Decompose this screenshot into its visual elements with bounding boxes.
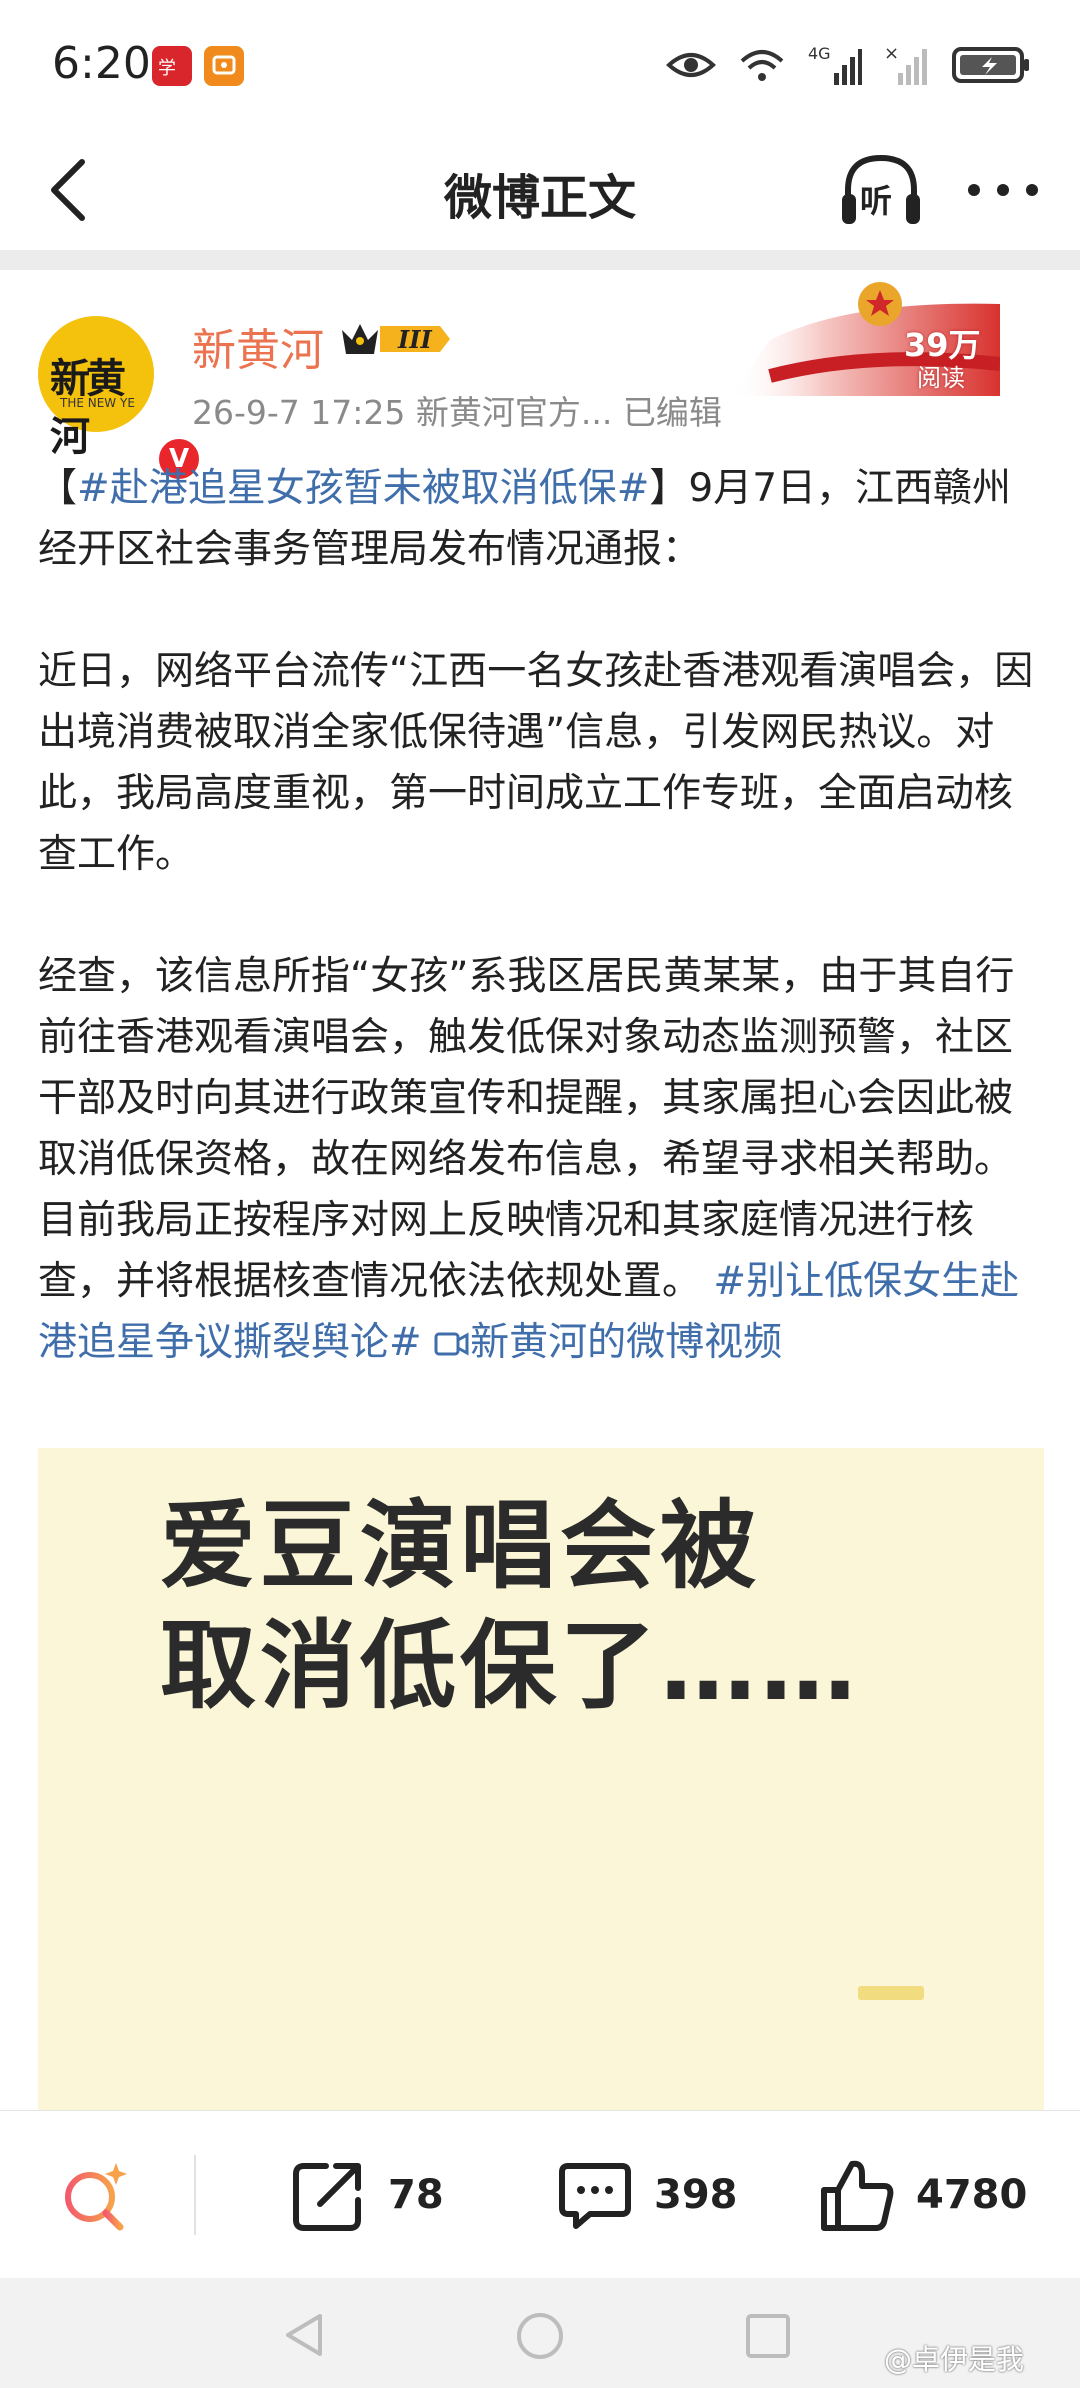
comment-button[interactable]: 398 xyxy=(556,2155,738,2235)
post-meta: 26-9-7 17:25 新黄河官方... 已编辑 xyxy=(192,393,722,432)
listen-button[interactable]: 听 xyxy=(838,150,924,234)
like-button[interactable]: 4780 xyxy=(818,2155,1027,2235)
video-link-icon xyxy=(434,1332,469,1356)
nav-recents-icon[interactable] xyxy=(744,2312,792,2360)
author-name[interactable]: 新黄河 xyxy=(192,314,324,378)
svg-text:4G: 4G xyxy=(808,44,831,63)
search-button[interactable] xyxy=(58,2155,134,2235)
like-count: 4780 xyxy=(916,2172,1028,2218)
battery-charging-icon xyxy=(952,47,1029,83)
topic-tag-link[interactable]: #赴港追星女孩暂未被取消低保# xyxy=(77,466,649,511)
video-link[interactable]: 新黄河的微博视频 xyxy=(434,1320,782,1365)
bracket-open: 【 xyxy=(38,466,78,511)
eye-icon xyxy=(666,53,716,77)
reads-label: 阅读 xyxy=(917,364,965,392)
level-text: III xyxy=(397,325,432,354)
post-text: 【#赴港追星女孩暂未被取消低保#】9月7日，江西赣州经开区社会事务管理局发布情况… xyxy=(38,458,1046,1373)
listen-label: 听 xyxy=(860,182,892,220)
xuexi-app-icon: 学 xyxy=(152,46,192,86)
post-paragraph-3: 经查，该信息所指“女孩”系我区居民黄某某，由于其自行前往香港观看演唱会，触发低保… xyxy=(38,946,1046,1373)
more-options-button[interactable] xyxy=(964,176,1042,204)
video-link-text: 新黄河的微博视频 xyxy=(470,1320,783,1365)
thumbnail-text-line1: 爱豆演唱会被 xyxy=(160,1490,760,1602)
post-paragraph-1: 【#赴港追星女孩暂未被取消低保#】9月7日，江西赣州经开区社会事务管理局发布情况… xyxy=(38,458,1046,580)
nav-back-icon[interactable] xyxy=(280,2310,330,2360)
post-paragraph-3-text: 经查，该信息所指“女孩”系我区居民黄某某，由于其自行前往香港观看演唱会，触发低保… xyxy=(38,954,1015,1304)
search-sparkle-icon xyxy=(65,2163,127,2231)
signal-4g-icon: 4G xyxy=(808,44,862,85)
top-nav-bar: 微博正文 听 xyxy=(0,130,1080,250)
repost-count: 78 xyxy=(388,2172,444,2218)
repost-button[interactable]: 78 xyxy=(290,2155,444,2235)
headphones-icon: 听 xyxy=(842,154,920,224)
thumbnail-text-line2: 取消低保了…… xyxy=(160,1610,860,1722)
status-indicators: 4G × xyxy=(666,40,1030,90)
svg-text:×: × xyxy=(884,43,899,64)
wifi-icon xyxy=(740,50,784,81)
status-time: 6:20 xyxy=(52,38,151,89)
post-paragraph-2: 近日，网络平台流传“江西一名女孩赴香港观看演唱会，因出境消费被取消全家低保待遇”… xyxy=(38,649,1034,877)
signal-empty-icon: × xyxy=(884,43,927,85)
action-separator xyxy=(194,2155,196,2235)
video-thumbnail[interactable]: 爱豆演唱会被 取消低保了…… xyxy=(38,1448,1044,2110)
avatar-logo-subtext: THE NEW YE xyxy=(60,396,135,410)
post-card: 新黄河 THE NEW YE V 新黄河 III 26-9-7 17:25 新黄… xyxy=(0,270,1080,2110)
action-bar: 78 398 4780 xyxy=(0,2110,1080,2279)
thumbnail-mark xyxy=(858,1986,924,2000)
more-dots-icon xyxy=(968,184,1038,196)
comment-count: 398 xyxy=(654,2172,738,2218)
status-bar: 6:20 学 4G × xyxy=(0,0,1080,130)
section-divider xyxy=(0,250,1080,270)
svg-text:学: 学 xyxy=(158,58,176,79)
weibo-watermark: @卓伊是我 xyxy=(884,2343,1025,2376)
avatar[interactable]: 新黄河 THE NEW YE V xyxy=(38,316,202,482)
share-icon xyxy=(293,2163,361,2231)
nav-home-icon[interactable] xyxy=(514,2310,566,2362)
member-level-badge: III xyxy=(340,316,452,362)
comment-icon xyxy=(559,2163,631,2229)
thumbs-up-icon xyxy=(821,2160,894,2231)
app-notification-icon xyxy=(204,46,244,86)
